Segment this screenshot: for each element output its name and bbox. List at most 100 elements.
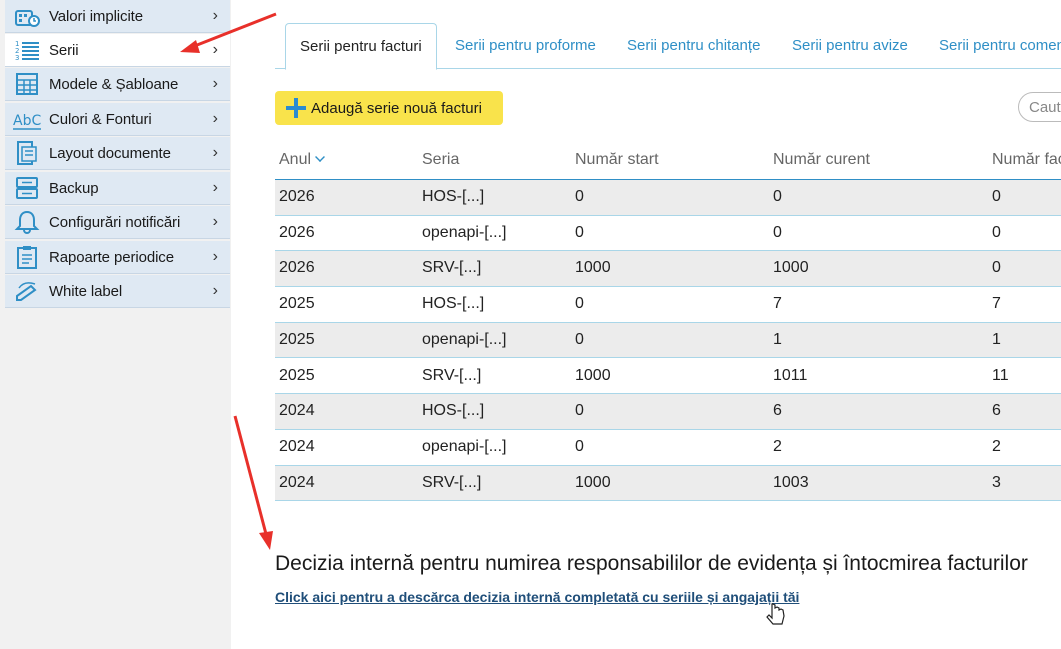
- cell-invoice-count: 0: [992, 188, 1001, 205]
- sidebar-item-serii[interactable]: 123 Serii ›: [5, 34, 230, 67]
- annotation-arrow-icon: [233, 415, 273, 550]
- chevron-right-icon: ›: [212, 7, 218, 24]
- sidebar-item-rapoarte-periodice[interactable]: Rapoarte periodice ›: [5, 241, 230, 274]
- sidebar-item-backup[interactable]: Backup ›: [5, 172, 230, 205]
- search-input[interactable]: Caut: [1018, 92, 1061, 122]
- hand-cursor-icon: [766, 603, 785, 625]
- column-header-numar-facturi: Număr facturi: [992, 151, 1061, 168]
- cell-start-number: 1000: [575, 259, 611, 277]
- sidebar-item-label: Valori implicite: [49, 7, 143, 25]
- column-header-label: Anul: [279, 151, 312, 168]
- document-layout-icon: [12, 139, 42, 167]
- chevron-right-icon: ›: [212, 110, 218, 127]
- cell-series: openapi-[...]: [422, 223, 507, 241]
- table-row[interactable]: 2025 HOS-[...] 0 7 7: [275, 287, 1061, 323]
- clipboard-icon: [12, 243, 42, 271]
- chevron-right-icon: ›: [212, 75, 218, 92]
- sidebar-item-label: Configurări notificări: [49, 213, 181, 231]
- sidebar-item-valori-implicite[interactable]: Valori implicite ›: [5, 0, 230, 33]
- pen-paper-icon: [12, 277, 42, 305]
- download-decision-link[interactable]: Click aici pentru a descărca decizia int…: [275, 589, 799, 605]
- cell-invoice-count: 6: [992, 402, 1001, 420]
- tab-serii-avize[interactable]: Serii pentru avize: [792, 23, 908, 69]
- cell-year: 2025: [279, 295, 315, 313]
- sidebar-item-label: Layout documente: [49, 144, 171, 162]
- chevron-right-icon: ›: [212, 144, 218, 161]
- sidebar-item-white-label[interactable]: White label ›: [5, 275, 230, 308]
- table-row[interactable]: 2024 HOS-[...] 0 6 6: [275, 394, 1061, 430]
- chevron-right-icon: ›: [212, 41, 218, 58]
- cell-series: openapi-[...]: [422, 330, 507, 348]
- cell-year: 2024: [279, 473, 315, 491]
- table-row[interactable]: 2024 openapi-[...] 0 2 2: [275, 430, 1061, 466]
- add-series-label: Adaugă serie nouă facturi: [311, 99, 482, 117]
- cell-year: 2025: [279, 366, 315, 384]
- cell-year: 2024: [279, 437, 315, 455]
- cell-current-number: 0: [773, 188, 782, 205]
- cell-current-number: 1003: [773, 473, 809, 491]
- table-row[interactable]: 2024 SRV-[...] 1000 1003 3: [275, 465, 1061, 502]
- cell-series: SRV-[...]: [422, 473, 482, 491]
- cell-start-number: 0: [575, 188, 584, 205]
- svg-text:3: 3: [15, 54, 19, 62]
- cell-invoice-count: 2: [992, 437, 1001, 455]
- cell-year: 2025: [279, 330, 315, 348]
- numbered-list-icon: 123: [12, 36, 42, 64]
- cell-series: SRV-[...]: [422, 259, 482, 277]
- table-row[interactable]: 2025 SRV-[...] 1000 1011 11: [275, 359, 1061, 395]
- template-grid-icon: [12, 70, 42, 98]
- column-header-anul[interactable]: Anul: [279, 151, 325, 169]
- sidebar-item-label: Rapoarte periodice: [49, 248, 174, 266]
- table-row[interactable]: 2026 SRV-[...] 1000 1000 0: [275, 251, 1061, 288]
- cell-invoice-count: 0: [992, 223, 1001, 241]
- sidebar-item-layout-documente[interactable]: Layout documente ›: [5, 137, 230, 170]
- add-series-button[interactable]: Adaugă serie nouă facturi: [275, 91, 503, 125]
- sidebar-item-label: Culori & Fonturi: [49, 110, 152, 128]
- cell-current-number: 7: [773, 295, 782, 313]
- cell-current-number: 1011: [773, 366, 808, 384]
- cell-invoice-count: 0: [992, 259, 1001, 277]
- cell-invoice-count: 11: [992, 366, 1009, 384]
- abc-font-icon: AbC: [12, 105, 42, 133]
- chevron-right-icon: ›: [212, 179, 218, 196]
- table-row[interactable]: 2025 openapi-[...] 0 1 1: [275, 322, 1061, 359]
- cell-series: HOS-[...]: [422, 402, 485, 420]
- sidebar-item-modele-sabloane[interactable]: Modele & Șabloane ›: [5, 68, 230, 101]
- sidebar-item-label: Modele & Șabloane: [49, 75, 179, 93]
- cell-series: HOS-[...]: [422, 295, 485, 313]
- svg-text:AbC: AbC: [13, 113, 41, 129]
- cell-start-number: 0: [575, 437, 584, 455]
- cell-start-number: 0: [575, 295, 584, 313]
- sidebar-item-configurari-notificari[interactable]: Configurări notificări ›: [5, 206, 230, 239]
- bell-icon: [12, 208, 42, 236]
- cell-current-number: 1: [773, 330, 782, 348]
- chevron-right-icon: ›: [212, 248, 218, 265]
- tab-serii-facturi[interactable]: Serii pentru facturi: [285, 23, 437, 70]
- cell-series: openapi-[...]: [422, 437, 507, 455]
- cell-start-number: 1000: [575, 366, 611, 384]
- cell-start-number: 0: [575, 330, 584, 348]
- tab-serii-chitante[interactable]: Serii pentru chitanțe: [627, 23, 760, 69]
- cell-invoice-count: 3: [992, 473, 1001, 491]
- series-tabs: Serii pentru facturi Serii pentru profor…: [275, 23, 1061, 70]
- chevron-right-icon: ›: [212, 213, 218, 230]
- cell-current-number: 1000: [773, 259, 809, 277]
- cell-start-number: 1000: [575, 473, 611, 491]
- cell-series: SRV-[...]: [422, 366, 482, 384]
- column-header-seria: Seria: [422, 151, 460, 168]
- settings-sidebar: Valori implicite › 123 Serii › Modele & …: [0, 0, 231, 649]
- cell-invoice-count: 7: [992, 295, 1001, 313]
- cell-invoice-count: 1: [992, 330, 1001, 348]
- table-row[interactable]: 2026 HOS-[...] 0 0 0: [275, 180, 1061, 216]
- table-row[interactable]: 2026 openapi-[...] 0 0 0: [275, 216, 1061, 252]
- cell-year: 2024: [279, 402, 315, 420]
- calculator-icon: [12, 2, 42, 30]
- tab-serii-proforme[interactable]: Serii pentru proforme: [455, 23, 596, 69]
- cell-year: 2026: [279, 223, 315, 241]
- chevron-right-icon: ›: [212, 282, 218, 299]
- sidebar-item-label: Backup: [49, 179, 99, 197]
- tab-serii-comenzi[interactable]: Serii pentru comenzi: [939, 23, 1061, 69]
- series-table-header: Anul Seria Număr start Număr curent Numă…: [275, 143, 1061, 180]
- cell-start-number: 0: [575, 402, 584, 420]
- sidebar-item-culori-fonturi[interactable]: AbC Culori & Fonturi ›: [5, 103, 230, 136]
